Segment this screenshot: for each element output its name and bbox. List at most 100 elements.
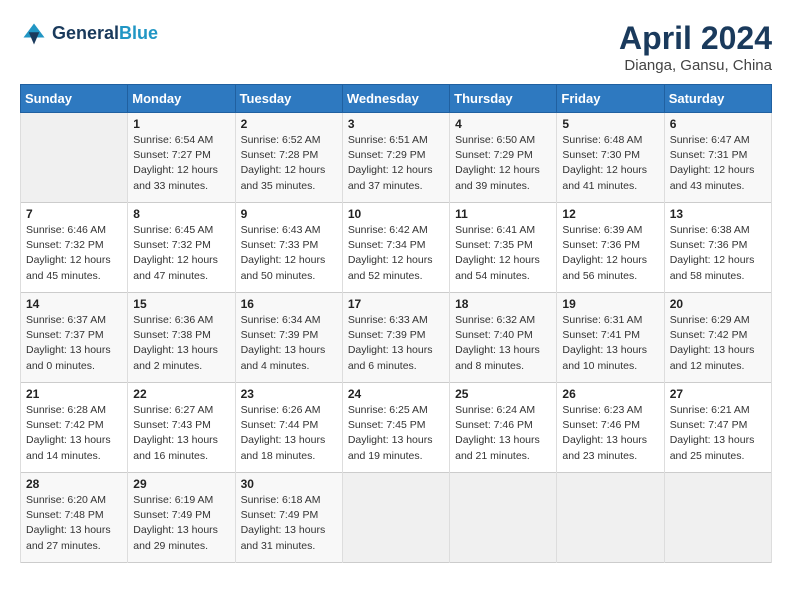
day-info: Sunrise: 6:23 AMSunset: 7:46 PMDaylight:… bbox=[562, 403, 659, 464]
day-number: 20 bbox=[670, 297, 767, 311]
day-number: 24 bbox=[348, 387, 445, 401]
calendar-cell: 4 Sunrise: 6:50 AMSunset: 7:29 PMDaylight… bbox=[450, 113, 557, 203]
calendar-cell: 27 Sunrise: 6:21 AMSunset: 7:47 PMDayligh… bbox=[664, 383, 771, 473]
logo: GeneralBlue bbox=[20, 20, 158, 48]
day-number: 8 bbox=[133, 207, 230, 221]
title-block: April 2024 Dianga, Gansu, China bbox=[619, 20, 772, 74]
calendar-cell: 28Sunrise: 6:20 AMSunset: 7:48 PMDayligh… bbox=[21, 473, 128, 563]
weekday-header-friday: Friday bbox=[557, 85, 664, 113]
location: Dianga, Gansu, China bbox=[619, 57, 772, 74]
calendar-cell: 9 Sunrise: 6:43 AMSunset: 7:33 PMDaylight… bbox=[235, 203, 342, 293]
day-info: Sunrise: 6:54 AMSunset: 7:27 PMDaylight:… bbox=[133, 133, 230, 194]
day-number: 6 bbox=[670, 117, 767, 131]
weekday-header-thursday: Thursday bbox=[450, 85, 557, 113]
day-info: Sunrise: 6:31 AMSunset: 7:41 PMDaylight:… bbox=[562, 313, 659, 374]
weekday-header-monday: Monday bbox=[128, 85, 235, 113]
calendar-cell: 12 Sunrise: 6:39 AMSunset: 7:36 PMDayligh… bbox=[557, 203, 664, 293]
day-info: Sunrise: 6:26 AMSunset: 7:44 PMDaylight:… bbox=[241, 403, 338, 464]
logo-text: GeneralBlue bbox=[52, 24, 158, 44]
day-number: 30 bbox=[241, 477, 338, 491]
day-number: 5 bbox=[562, 117, 659, 131]
day-number: 15 bbox=[133, 297, 230, 311]
day-info: Sunrise: 6:50 AMSunset: 7:29 PMDaylight:… bbox=[455, 133, 552, 194]
calendar-cell: 6Sunrise: 6:47 AMSunset: 7:31 PMDaylight… bbox=[664, 113, 771, 203]
calendar-cell: 8 Sunrise: 6:45 AMSunset: 7:32 PMDaylight… bbox=[128, 203, 235, 293]
calendar-cell: 10Sunrise: 6:42 AMSunset: 7:34 PMDayligh… bbox=[342, 203, 449, 293]
calendar-cell: 23 Sunrise: 6:26 AMSunset: 7:44 PMDayligh… bbox=[235, 383, 342, 473]
calendar-cell: 14Sunrise: 6:37 AMSunset: 7:37 PMDayligh… bbox=[21, 293, 128, 383]
calendar-cell: 5 Sunrise: 6:48 AMSunset: 7:30 PMDaylight… bbox=[557, 113, 664, 203]
day-info: Sunrise: 6:21 AMSunset: 7:47 PMDaylight:… bbox=[670, 403, 767, 464]
calendar-cell: 25Sunrise: 6:24 AMSunset: 7:46 PMDayligh… bbox=[450, 383, 557, 473]
calendar-cell: 3Sunrise: 6:51 AMSunset: 7:29 PMDaylight… bbox=[342, 113, 449, 203]
day-info: Sunrise: 6:43 AMSunset: 7:33 PMDaylight:… bbox=[241, 223, 338, 284]
day-number: 7 bbox=[26, 207, 123, 221]
calendar-cell bbox=[21, 113, 128, 203]
day-info: Sunrise: 6:46 AMSunset: 7:32 PMDaylight:… bbox=[26, 223, 123, 284]
day-info: Sunrise: 6:42 AMSunset: 7:34 PMDaylight:… bbox=[348, 223, 445, 284]
calendar-cell: 18 Sunrise: 6:32 AMSunset: 7:40 PMDayligh… bbox=[450, 293, 557, 383]
day-info: Sunrise: 6:41 AMSunset: 7:35 PMDaylight:… bbox=[455, 223, 552, 284]
day-number: 21 bbox=[26, 387, 123, 401]
day-number: 17 bbox=[348, 297, 445, 311]
day-number: 9 bbox=[241, 207, 338, 221]
day-number: 26 bbox=[562, 387, 659, 401]
calendar-cell: 16Sunrise: 6:34 AMSunset: 7:39 PMDayligh… bbox=[235, 293, 342, 383]
calendar-cell bbox=[342, 473, 449, 563]
day-number: 23 bbox=[241, 387, 338, 401]
calendar-cell bbox=[450, 473, 557, 563]
day-info: Sunrise: 6:51 AMSunset: 7:29 PMDaylight:… bbox=[348, 133, 445, 194]
day-number: 19 bbox=[562, 297, 659, 311]
day-info: Sunrise: 6:18 AMSunset: 7:49 PMDaylight:… bbox=[241, 493, 338, 554]
day-number: 4 bbox=[455, 117, 552, 131]
calendar-table: SundayMondayTuesdayWednesdayThursdayFrid… bbox=[20, 84, 772, 563]
day-number: 27 bbox=[670, 387, 767, 401]
calendar-cell bbox=[664, 473, 771, 563]
weekday-header-tuesday: Tuesday bbox=[235, 85, 342, 113]
calendar-cell: 29Sunrise: 6:19 AMSunset: 7:49 PMDayligh… bbox=[128, 473, 235, 563]
calendar-week-4: 21 Sunrise: 6:28 AMSunset: 7:42 PMDayligh… bbox=[21, 383, 772, 473]
day-number: 22 bbox=[133, 387, 230, 401]
calendar-cell: 17Sunrise: 6:33 AMSunset: 7:39 PMDayligh… bbox=[342, 293, 449, 383]
calendar-cell: 21 Sunrise: 6:28 AMSunset: 7:42 PMDayligh… bbox=[21, 383, 128, 473]
day-info: Sunrise: 6:29 AMSunset: 7:42 PMDaylight:… bbox=[670, 313, 767, 374]
calendar-cell bbox=[557, 473, 664, 563]
month-title: April 2024 bbox=[619, 20, 772, 57]
calendar-cell: 30 Sunrise: 6:18 AMSunset: 7:49 PMDayligh… bbox=[235, 473, 342, 563]
day-number: 1 bbox=[133, 117, 230, 131]
day-info: Sunrise: 6:39 AMSunset: 7:36 PMDaylight:… bbox=[562, 223, 659, 284]
day-number: 18 bbox=[455, 297, 552, 311]
day-info: Sunrise: 6:48 AMSunset: 7:30 PMDaylight:… bbox=[562, 133, 659, 194]
day-info: Sunrise: 6:38 AMSunset: 7:36 PMDaylight:… bbox=[670, 223, 767, 284]
day-number: 12 bbox=[562, 207, 659, 221]
weekday-header-row: SundayMondayTuesdayWednesdayThursdayFrid… bbox=[21, 85, 772, 113]
day-info: Sunrise: 6:32 AMSunset: 7:40 PMDaylight:… bbox=[455, 313, 552, 374]
calendar-cell: 1 Sunrise: 6:54 AMSunset: 7:27 PMDaylight… bbox=[128, 113, 235, 203]
weekday-header-sunday: Sunday bbox=[21, 85, 128, 113]
day-info: Sunrise: 6:52 AMSunset: 7:28 PMDaylight:… bbox=[241, 133, 338, 194]
day-number: 13 bbox=[670, 207, 767, 221]
calendar-cell: 19 Sunrise: 6:31 AMSunset: 7:41 PMDayligh… bbox=[557, 293, 664, 383]
day-number: 28 bbox=[26, 477, 123, 491]
weekday-header-saturday: Saturday bbox=[664, 85, 771, 113]
calendar-week-2: 7 Sunrise: 6:46 AMSunset: 7:32 PMDaylight… bbox=[21, 203, 772, 293]
day-info: Sunrise: 6:27 AMSunset: 7:43 PMDaylight:… bbox=[133, 403, 230, 464]
calendar-cell: 7 Sunrise: 6:46 AMSunset: 7:32 PMDaylight… bbox=[21, 203, 128, 293]
calendar-cell: 20 Sunrise: 6:29 AMSunset: 7:42 PMDayligh… bbox=[664, 293, 771, 383]
day-number: 25 bbox=[455, 387, 552, 401]
page-header: GeneralBlue April 2024 Dianga, Gansu, Ch… bbox=[20, 20, 772, 74]
weekday-header-wednesday: Wednesday bbox=[342, 85, 449, 113]
calendar-cell: 13 Sunrise: 6:38 AMSunset: 7:36 PMDayligh… bbox=[664, 203, 771, 293]
calendar-cell: 24Sunrise: 6:25 AMSunset: 7:45 PMDayligh… bbox=[342, 383, 449, 473]
calendar-week-1: 1 Sunrise: 6:54 AMSunset: 7:27 PMDaylight… bbox=[21, 113, 772, 203]
calendar-cell: 2 Sunrise: 6:52 AMSunset: 7:28 PMDaylight… bbox=[235, 113, 342, 203]
calendar-cell: 26 Sunrise: 6:23 AMSunset: 7:46 PMDayligh… bbox=[557, 383, 664, 473]
day-info: Sunrise: 6:34 AMSunset: 7:39 PMDaylight:… bbox=[241, 313, 338, 374]
day-info: Sunrise: 6:36 AMSunset: 7:38 PMDaylight:… bbox=[133, 313, 230, 374]
calendar-cell: 11Sunrise: 6:41 AMSunset: 7:35 PMDayligh… bbox=[450, 203, 557, 293]
day-info: Sunrise: 6:28 AMSunset: 7:42 PMDaylight:… bbox=[26, 403, 123, 464]
calendar-cell: 22 Sunrise: 6:27 AMSunset: 7:43 PMDayligh… bbox=[128, 383, 235, 473]
day-number: 14 bbox=[26, 297, 123, 311]
day-number: 2 bbox=[241, 117, 338, 131]
day-info: Sunrise: 6:45 AMSunset: 7:32 PMDaylight:… bbox=[133, 223, 230, 284]
